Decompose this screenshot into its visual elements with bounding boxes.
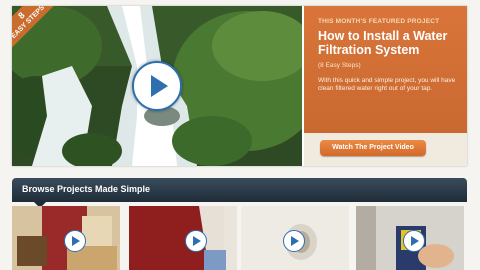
thumbnail-drywall[interactable]: [241, 206, 349, 270]
browse-projects-bar: Browse Projects Made Simple: [12, 178, 467, 208]
project-title[interactable]: How to Install a Water Filtration System: [318, 29, 467, 57]
featured-project-hero: 8 EASY STEPS THIS MONTH'S FEATURED PROJE…: [12, 6, 467, 166]
painting-image: [129, 206, 237, 270]
play-icon[interactable]: [132, 61, 182, 111]
thumbnail-living-room[interactable]: [12, 206, 120, 270]
featured-project-panel: THIS MONTH'S FEATURED PROJECT How to Ins…: [304, 6, 467, 166]
play-icon[interactable]: [403, 230, 425, 252]
project-description: With this quick and simple project, you …: [318, 77, 456, 92]
watch-video-button[interactable]: Watch The Project Video: [320, 140, 426, 156]
project-thumbnails: [12, 206, 467, 270]
thumbnail-caulking[interactable]: [356, 206, 464, 270]
featured-label: THIS MONTH'S FEATURED PROJECT: [318, 18, 440, 25]
play-icon[interactable]: [283, 230, 305, 252]
play-icon[interactable]: [64, 230, 86, 252]
browse-title: Browse Projects Made Simple: [22, 184, 151, 194]
project-steps: (8 Easy Steps): [318, 62, 361, 69]
play-icon[interactable]: [185, 230, 207, 252]
thumbnail-painting[interactable]: [129, 206, 237, 270]
waterfall-video-thumbnail[interactable]: 8 EASY STEPS: [12, 6, 302, 166]
